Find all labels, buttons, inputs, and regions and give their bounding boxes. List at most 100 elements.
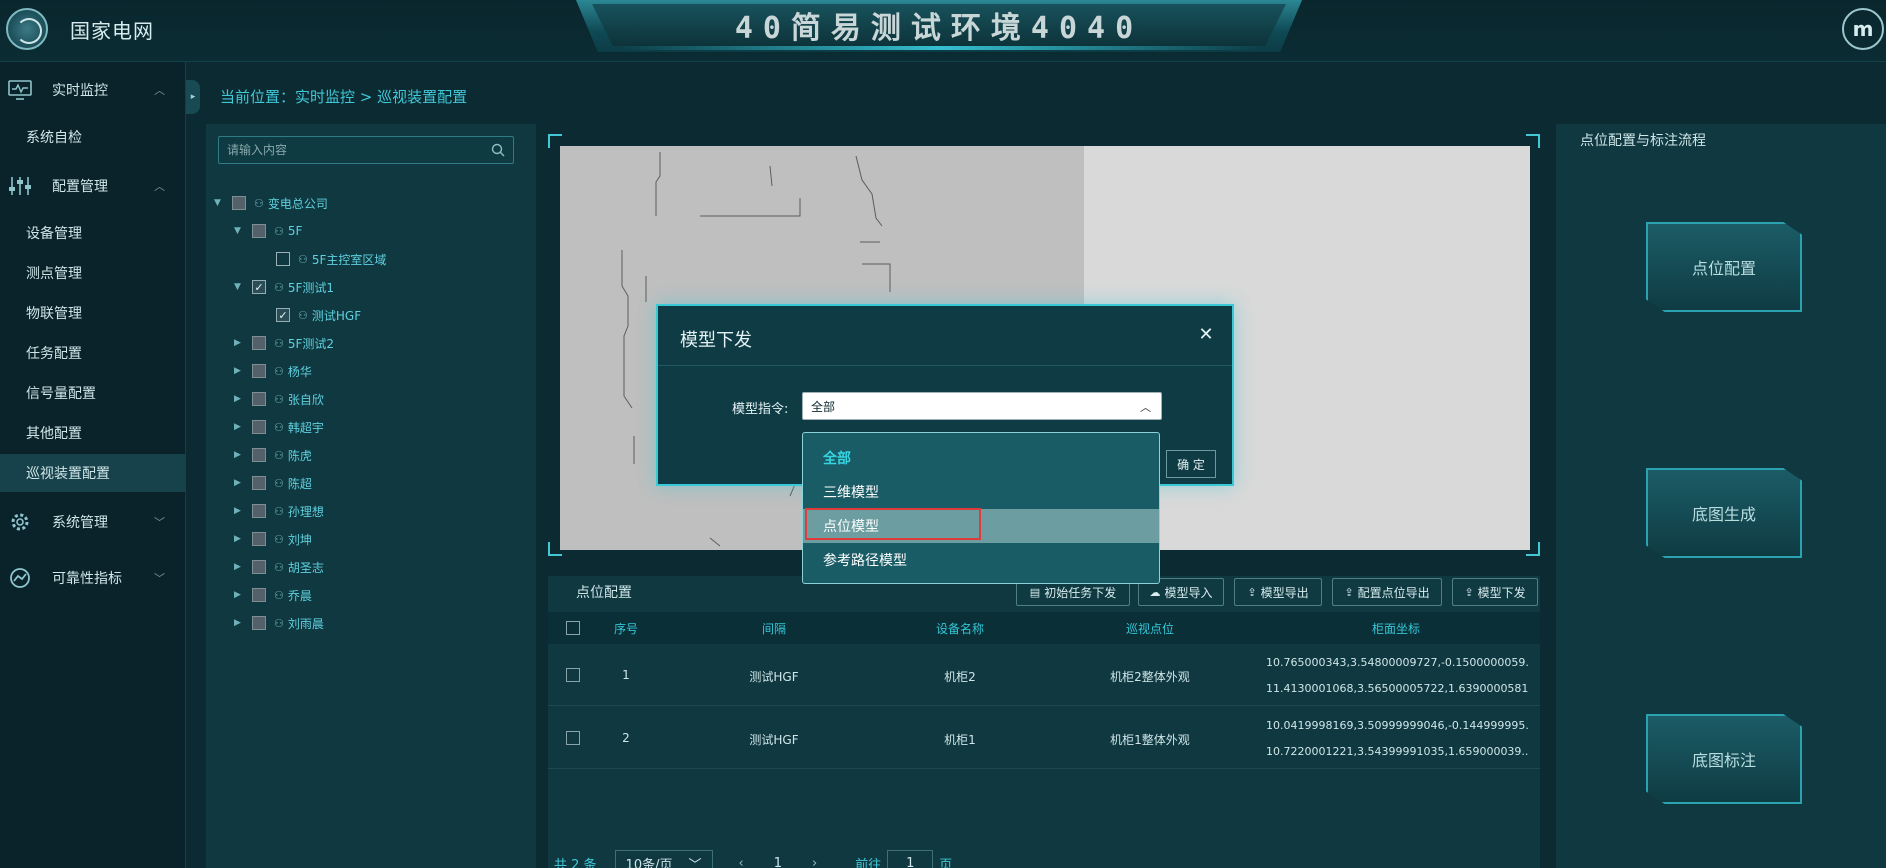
tree-node[interactable]: ▶ ⚇ 杨华 — [234, 360, 312, 382]
config-point-export-button[interactable]: ⇪ 配置点位导出 — [1332, 578, 1442, 606]
menu-group-label: 系统管理 — [52, 515, 108, 531]
goto-page-input[interactable]: 1 — [887, 850, 934, 868]
tree-search-input[interactable] — [219, 137, 479, 163]
model-command-label: 模型指令: — [732, 402, 789, 417]
current-page[interactable]: 1 — [774, 856, 782, 868]
caret-right-icon[interactable]: ▶ — [234, 506, 248, 516]
tree-node[interactable]: ▼ ✓ ⚇ 5F测试1 — [234, 276, 334, 298]
menu-group-config-management[interactable]: 配置管理 ︿ — [0, 166, 186, 206]
sidebar-item-patrol-device-config[interactable]: 巡视装置配置 — [0, 454, 186, 492]
page-size-select[interactable]: 10条/页 ﹀ — [614, 850, 713, 868]
tree-checkbox[interactable] — [252, 420, 266, 434]
sidebar-collapse-toggle[interactable]: ▸ — [186, 80, 200, 114]
model-dispatch-button[interactable]: ⇪ 模型下发 — [1452, 578, 1538, 606]
select-value: 全部 — [811, 399, 836, 414]
tree-node[interactable]: ▶ ⚇ 刘坤 — [234, 528, 312, 550]
tree-panel: ▼⚇变电总公司 ▼⚇5F ⚇5F主控室区域 ▼✓⚇5F测试1 ✓⚇测试HGF ▶… — [206, 124, 536, 868]
caret-down-icon[interactable]: ▼ — [214, 198, 228, 208]
tree-node[interactable]: ▶ ⚇ 张自欣 — [234, 388, 324, 410]
cell-point: 机柜1整体外观 — [1110, 733, 1190, 747]
sidebar-item-system-selfcheck[interactable]: 系统自检 — [0, 118, 186, 156]
sidebar-item-device-management[interactable]: 设备管理 — [0, 214, 186, 252]
brand-name: 国家电网 — [70, 18, 154, 43]
confirm-button[interactable]: 确 定 — [1166, 450, 1216, 478]
tree-node[interactable]: ▶ ⚇ 刘雨晨 — [234, 612, 324, 634]
tree-checkbox[interactable]: ✓ — [276, 308, 290, 322]
caret-right-icon[interactable]: ▶ — [234, 366, 248, 376]
tree-node-label: 陈超 — [287, 476, 312, 491]
step-base-map-generate-button[interactable]: 底图生成 — [1646, 468, 1802, 558]
tree-node[interactable]: ▶ ⚇ 陈虎 — [234, 444, 312, 466]
tree-node[interactable]: ▶ ⚇ 5F测试2 — [234, 332, 334, 354]
row-checkbox[interactable] — [566, 668, 580, 682]
caret-right-icon[interactable]: ▶ — [234, 478, 248, 488]
tree-checkbox[interactable] — [252, 588, 266, 602]
sidebar-item-signal-config[interactable]: 信号量配置 — [0, 374, 186, 412]
tree-node[interactable]: ▶ ⚇ 乔晨 — [234, 584, 312, 606]
tree-checkbox[interactable]: ✓ — [252, 280, 266, 294]
chevron-down-icon: ﹀ — [688, 857, 702, 868]
tree-checkbox[interactable] — [252, 532, 266, 546]
tree-checkbox[interactable] — [252, 560, 266, 574]
tree-checkbox[interactable] — [252, 448, 266, 462]
tree-node[interactable]: ▶ ⚇ 陈超 — [234, 472, 312, 494]
sidebar-item-iot-management[interactable]: 物联管理 — [0, 294, 186, 332]
chevron-up-icon: ︿ — [1140, 401, 1151, 414]
caret-right-icon[interactable]: ▶ — [234, 394, 248, 404]
caret-right-icon[interactable]: ▶ — [234, 618, 248, 628]
model-command-select[interactable]: 全部 ︿ — [802, 392, 1162, 420]
step-point-config-button[interactable]: 点位配置 — [1646, 222, 1802, 312]
caret-right-icon[interactable]: ▶ — [234, 562, 248, 572]
sidebar-item-other-config[interactable]: 其他配置 — [0, 414, 186, 452]
dropdown-option[interactable]: 全部 — [803, 441, 1159, 475]
menu-group-reliability-index[interactable]: 可靠性指标 ﹀ — [0, 558, 186, 598]
cell-bay: 测试HGF — [749, 670, 799, 684]
sidebar-item-point-management[interactable]: 测点管理 — [0, 254, 186, 292]
tree-checkbox[interactable] — [252, 392, 266, 406]
prev-page-button[interactable]: ‹ — [739, 856, 744, 868]
caret-right-icon[interactable]: ▶ — [234, 338, 248, 348]
caret-right-icon[interactable]: ▶ — [234, 590, 248, 600]
tree-node[interactable]: ▶ ⚇ 胡圣志 — [234, 556, 324, 578]
dropdown-option[interactable]: 参考路径模型 — [803, 543, 1159, 577]
tree-node[interactable]: ✓ ⚇ 测试HGF — [258, 304, 361, 326]
caret-right-icon[interactable]: ▶ — [234, 450, 248, 460]
caret-right-icon[interactable]: ▶ — [234, 422, 248, 432]
table-row[interactable]: 2 测试HGF 机柜1 机柜1整体外观 10.0419998169,3.5099… — [548, 707, 1540, 769]
sidebar-item-task-config[interactable]: 任务配置 — [0, 334, 186, 372]
tree-node[interactable]: ▼ ⚇ 5F — [234, 220, 302, 242]
caret-down-icon[interactable]: ▼ — [234, 226, 248, 236]
table-row[interactable]: 1 测试HGF 机柜2 机柜2整体外观 10.765000343,3.54800… — [548, 644, 1540, 706]
dialog-title: 模型下发 — [680, 330, 752, 351]
tree-node[interactable]: ⚇ 5F主控室区域 — [258, 248, 386, 270]
menu-group-system-management[interactable]: 系统管理 ﹀ — [0, 502, 186, 542]
tree-checkbox[interactable] — [252, 336, 266, 350]
select-all-checkbox[interactable] — [566, 621, 580, 635]
model-export-button[interactable]: ⇪ 模型导出 — [1234, 578, 1322, 606]
caret-down-icon[interactable]: ▼ — [234, 282, 248, 292]
table-header: 序号 间隔 设备名称 巡视点位 柜面坐标 — [548, 612, 1540, 644]
dropdown-option[interactable]: 三维模型 — [803, 475, 1159, 509]
tree-checkbox[interactable] — [252, 476, 266, 490]
pagination: 共 2 条 10条/页 ﹀ ‹ 1 › 前往 1 页 — [554, 850, 952, 868]
row-checkbox[interactable] — [566, 731, 580, 745]
tree-node-label: 刘坤 — [287, 532, 312, 547]
tree-node[interactable]: ▶ ⚇ 孙理想 — [234, 500, 324, 522]
next-page-button[interactable]: › — [812, 856, 817, 868]
tree-checkbox[interactable] — [252, 364, 266, 378]
caret-right-icon[interactable]: ▶ — [234, 534, 248, 544]
tree-checkbox[interactable] — [252, 224, 266, 238]
title-banner: 40简易测试环境4040 — [592, 4, 1286, 46]
close-icon[interactable]: ✕ — [1196, 326, 1216, 346]
reliability-icon — [8, 566, 32, 590]
tree-checkbox[interactable] — [252, 504, 266, 518]
tree-checkbox[interactable] — [232, 196, 246, 210]
tree-checkbox[interactable] — [252, 616, 266, 630]
search-icon[interactable] — [491, 143, 505, 157]
tree-node[interactable]: ▶ ⚇ 韩超宇 — [234, 416, 324, 438]
menu-group-realtime-monitoring[interactable]: 实时监控 ︿ — [0, 70, 186, 110]
user-avatar[interactable]: m — [1842, 8, 1884, 50]
step-base-map-annotate-button[interactable]: 底图标注 — [1646, 714, 1802, 804]
tree-node[interactable]: ▼ ⚇ 变电总公司 — [214, 192, 328, 214]
tree-checkbox[interactable] — [276, 252, 290, 266]
